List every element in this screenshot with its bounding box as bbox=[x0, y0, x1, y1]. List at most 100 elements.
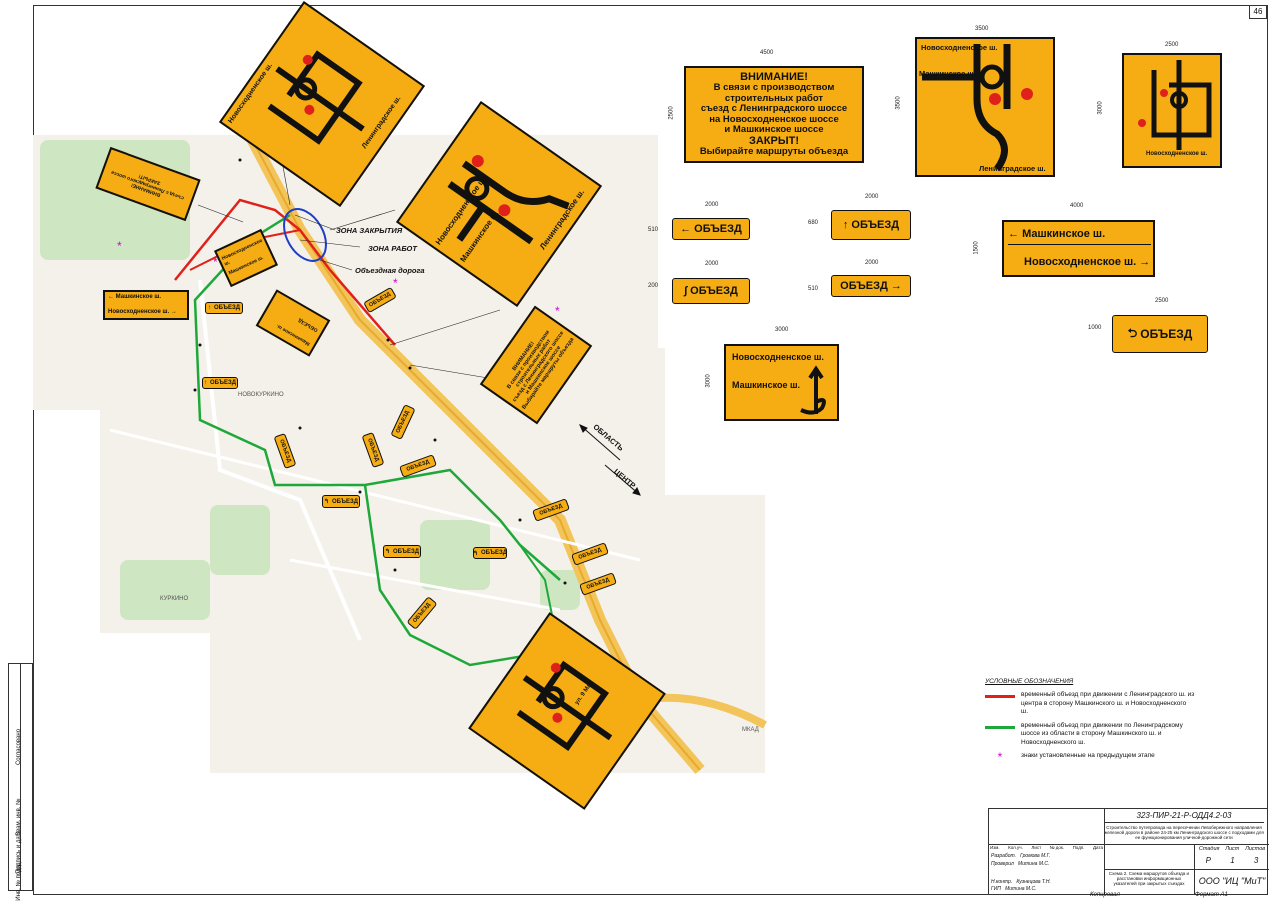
legend-text-star: знаки установленные на предыдущем этапе bbox=[1021, 752, 1155, 760]
tb-stage-values: Р 1 3 bbox=[1196, 856, 1268, 865]
title-block: 323-ПИР-21-Р-ОДД4.2-03 Строительство пут… bbox=[988, 808, 1269, 895]
tb-stage-row: Стадия Лист Листов bbox=[1196, 846, 1268, 852]
dim-width: 2000 bbox=[865, 260, 879, 266]
tb-cols: Изм. Кол.уч. Лист № док. Подп. Дата bbox=[990, 845, 1103, 850]
detour-label: ОБЪЕЗД bbox=[840, 280, 888, 292]
tb-sheets-header: Листов bbox=[1245, 846, 1266, 852]
tb-sheet-title: Схема 2. Схема маршрутов объезда и расст… bbox=[1108, 871, 1190, 886]
detour-plate-map: ↑ ОБЪЕЗД bbox=[202, 377, 238, 389]
detour-plate-left: ← ОБЪЕЗД bbox=[672, 218, 750, 240]
zone-closure-label: ЗОНА ЗАКРЫТИЯ bbox=[336, 226, 403, 235]
svg-text:*: * bbox=[393, 276, 398, 290]
detour-plate-map: ↰ ОБЪЕЗД bbox=[322, 495, 360, 508]
detour-label: ОБЪЕЗД bbox=[690, 285, 738, 297]
scheme-sign-catalog-1: Новосходненское ш. Машкинское ш. Ленингр… bbox=[915, 37, 1055, 177]
tb-col: Кол.уч. bbox=[1008, 845, 1023, 850]
detour-plate-straight: ↑ ОБЪЕЗД bbox=[831, 210, 911, 240]
detour-plate-right: ОБЪЕЗД → bbox=[831, 275, 911, 297]
sign-road-novoskhodnenskoe: Новосходненское ш. bbox=[108, 309, 170, 315]
detour-label: ОБЪЕЗД bbox=[851, 219, 900, 231]
tb-name: Кузнецова Т.Н. bbox=[1016, 879, 1051, 885]
detour-plate-curve: ∫ ОБЪЕЗД bbox=[672, 278, 750, 304]
tb-role: Разработ. bbox=[991, 853, 1016, 859]
detour-label: ОБЪЕЗД bbox=[481, 550, 508, 556]
detour-plate-map: ↰ ОБЪЕЗД bbox=[473, 547, 507, 559]
bypass-road-label: Объездная дорога bbox=[355, 266, 425, 275]
warning-line-8: Выбирайте маршруты объезда bbox=[699, 146, 849, 158]
detour-plate-uturn: ⮌ ОБЪЕЗД bbox=[1112, 315, 1208, 353]
dim-height: 3000 bbox=[705, 374, 712, 388]
tb-name: Митина М.С. bbox=[1005, 886, 1037, 892]
dim-height: 680 bbox=[808, 220, 819, 226]
legend-text-green: временный объезд при движении по Ленингр… bbox=[1021, 721, 1183, 746]
zone-works-label: ЗОНА РАБОТ bbox=[368, 244, 417, 253]
dim-width: 2000 bbox=[865, 194, 879, 200]
dim-width: 4000 bbox=[1070, 203, 1084, 209]
dim-width: 3000 bbox=[775, 327, 789, 333]
tb-stage-header: Стадия bbox=[1198, 846, 1220, 852]
direction-label-novoskhodnenskoe: Новосходненское ш. bbox=[1024, 256, 1137, 268]
dim-width: 2500 bbox=[1155, 298, 1169, 304]
sign-row-novoskhodnenskoe: Новосходненское ш. → bbox=[108, 309, 177, 315]
tb-sheets: 3 bbox=[1253, 856, 1259, 865]
legend-row-red: временный объезд при движении с Ленингра… bbox=[985, 691, 1195, 716]
sign-road-novoskhodnenskoe: Новосходненское ш. bbox=[732, 352, 824, 362]
legend-swatch-green bbox=[985, 725, 1015, 729]
scheme-sign-catalog-2: Новосходненское ш. bbox=[1122, 53, 1222, 168]
dim-width: 2500 bbox=[1165, 42, 1179, 48]
direction-row-mashkinskoe: ← Машкинское ш. bbox=[1008, 228, 1151, 245]
copied-label: Копировал bbox=[1090, 892, 1120, 898]
dim-width: 3500 bbox=[975, 26, 989, 32]
drawing-sheet: 46 Согласовано Взам. инв. № Подпись и да… bbox=[0, 0, 1274, 901]
district-novokurkino: НОВОКУРКИНО bbox=[238, 392, 284, 398]
dim-width: 2000 bbox=[705, 261, 719, 267]
tb-sheet: 1 bbox=[1230, 856, 1235, 865]
detour-label: ОБЪЕЗД bbox=[209, 380, 236, 386]
scheme-diagram-icon bbox=[1138, 60, 1212, 150]
tb-stage: Р bbox=[1205, 856, 1211, 865]
tb-org: ООО "ИЦ "МиТ" bbox=[1198, 876, 1266, 886]
warning-sign: ВНИМАНИЕ! В связи с производством строит… bbox=[684, 66, 864, 163]
detour-plate-map: ↰ ОБЪЕЗД bbox=[383, 545, 421, 558]
sign-road-mashkinskoe: Машкинское ш. bbox=[732, 380, 800, 390]
legend-swatch-red bbox=[985, 695, 1015, 699]
tb-role: Проверил bbox=[991, 861, 1014, 867]
direction-sign-catalog: ← Машкинское ш. Новосходненское ш. → bbox=[1002, 220, 1155, 277]
uturn-arrow-icon bbox=[800, 365, 826, 415]
title-block-code: 323-ПИР-21-Р-ОДД4.2-03 bbox=[1104, 811, 1264, 823]
tb-col: Дата bbox=[1093, 845, 1103, 850]
sign-row-mashkinskoe: ← Машкинское ш. bbox=[108, 294, 161, 300]
district-kurkino: КУРКИНО bbox=[160, 596, 189, 602]
tb-divider bbox=[1104, 844, 1269, 845]
sign-road-leningradskoe: Ленинградское ш. bbox=[979, 164, 1046, 173]
dim-height: 510 bbox=[648, 227, 659, 233]
sign-road-novoskhodnenskoe: Новосходненское ш. bbox=[921, 43, 998, 52]
detour-label: ОБЪЕЗД bbox=[694, 223, 742, 235]
title-block-description: Строительство путепровода на пересечении… bbox=[1104, 825, 1264, 840]
warning-line-4: съезд с Ленинградского шоссе bbox=[700, 103, 848, 115]
tb-name: Громова М.Г. bbox=[1020, 853, 1051, 859]
dim-height: 1000 bbox=[1088, 325, 1102, 331]
scheme-sign-catalog-3: Новосходненское ш. Машкинское ш. bbox=[724, 344, 839, 421]
legend-row-green: временный объезд при движении по Ленингр… bbox=[985, 722, 1195, 747]
tb-divider bbox=[1104, 809, 1105, 894]
detour-label: ОБЪЕЗД bbox=[393, 548, 420, 555]
tb-divider bbox=[1104, 869, 1269, 870]
tb-row: ГИП Митина М.С. bbox=[991, 886, 1036, 892]
sign-road-novoskhodnenskoe: Новосходненское ш. bbox=[1146, 151, 1208, 157]
mkad-label: МКАД bbox=[742, 727, 759, 733]
dim-width: 4500 bbox=[760, 50, 774, 56]
detour-label: ОБЪЕЗД bbox=[332, 498, 359, 505]
tb-row: Разработ. Громова М.Г. bbox=[991, 853, 1050, 859]
detour-plate-map: ↑ ОБЪЕЗД bbox=[205, 302, 243, 314]
dim-height: 510 bbox=[808, 286, 819, 292]
tb-col: Лист bbox=[1031, 845, 1042, 850]
star-icon: * bbox=[997, 750, 1003, 765]
map-routes: **** bbox=[109, 132, 767, 774]
tb-role: ГИП bbox=[991, 886, 1001, 892]
dim-height: 200 bbox=[648, 283, 659, 289]
direction-row-novoskhodnenskoe: Новосходненское ш. → bbox=[1024, 256, 1151, 268]
detour-label: ОБЪЕЗД bbox=[213, 305, 240, 311]
direction-label-mashkinskoe: Машкинское ш. bbox=[1022, 228, 1106, 240]
format-label: Формат А1 bbox=[1195, 892, 1228, 898]
